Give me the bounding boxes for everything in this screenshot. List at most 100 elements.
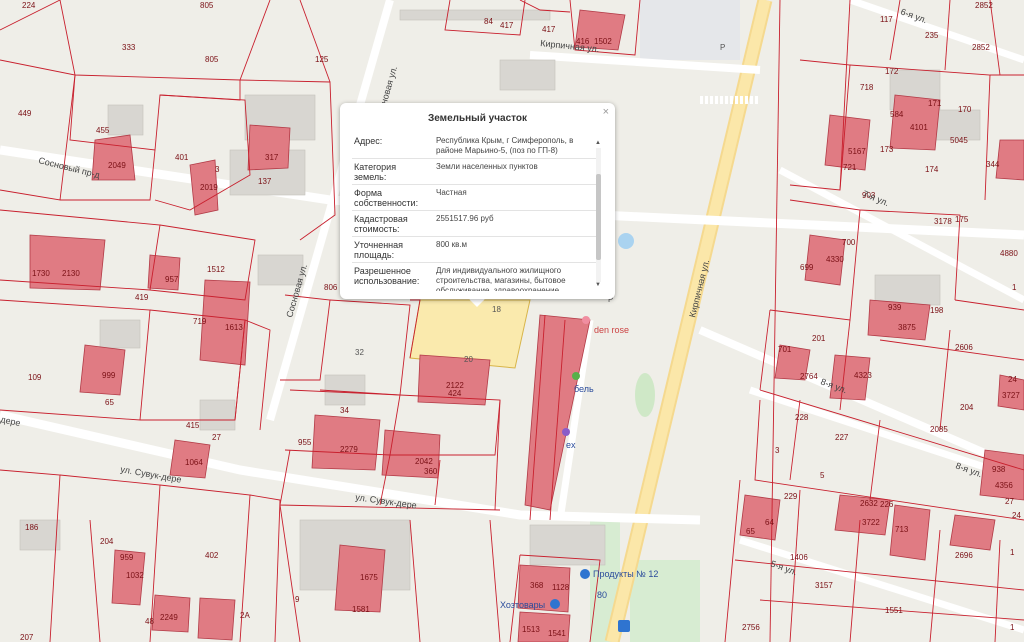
info-row-cadastral-value: Кадастровая стоимость: 2551517.96 руб [352, 210, 599, 236]
info-row-category: Категория земель: Земли населенных пункт… [352, 158, 599, 184]
info-row-ownership: Форма собственности: Частная [352, 184, 599, 210]
parcel-label: 228 [795, 413, 809, 422]
parcel-label: 699 [800, 263, 814, 272]
parcel-label: 34 [340, 406, 349, 415]
parcel-label: 227 [835, 433, 849, 442]
cadastral-map[interactable]: 224 805 333 805 125 449 455 2049 401 317… [0, 0, 1024, 642]
parcel-label: 1 [1012, 283, 1017, 292]
parcel-label: 171 [928, 99, 942, 108]
parcel-label: 806 [324, 283, 338, 292]
parcel-label: 2852 [972, 43, 990, 52]
info-key: Форма собственности: [354, 188, 419, 208]
info-value: 800 кв.м [436, 240, 468, 249]
parcel-label: 9 [295, 595, 300, 604]
parcel-label: 584 [890, 110, 904, 119]
hardware-icon[interactable] [550, 599, 560, 609]
parcel-label: 449 [18, 109, 32, 118]
parcel-label: 65 [746, 527, 755, 536]
parcel-label: 415 [186, 421, 200, 430]
parcel-label: 224 [22, 1, 36, 10]
flower-icon[interactable] [582, 316, 590, 324]
popup-tail [468, 298, 486, 307]
parcel-label: 2632 [860, 499, 878, 508]
parcel-label: 20 [464, 355, 473, 364]
parcel-label: 333 [122, 43, 136, 52]
parcel-label: 3 [215, 165, 220, 174]
parcel-label: 3157 [815, 581, 833, 590]
parcel-label: 424 [448, 389, 462, 398]
grocery-icon[interactable] [580, 569, 590, 579]
poi-bel: бель [574, 384, 594, 394]
green-spot [635, 373, 655, 417]
popup-title: Земельный участок [427, 113, 528, 124]
parcel-label: 368 [530, 581, 544, 590]
parcel-label: 5167 [848, 147, 866, 156]
parcel-label: 3722 [862, 518, 880, 527]
poi-hoz: Хозтовары [500, 600, 545, 610]
parcel-label: 3 [775, 446, 780, 455]
parcel-label: 173 [880, 145, 894, 154]
parcel-label: 24 [1008, 375, 1017, 384]
poi-ex: ex [566, 440, 576, 450]
parcel-label: 1128 [552, 583, 570, 592]
parcel-label: 24 [1012, 511, 1021, 520]
parcel-label: 204 [100, 537, 114, 546]
parcel-label: 2019 [200, 183, 218, 192]
parcel-label: 959 [120, 553, 134, 562]
parcel-label: 186 [25, 523, 39, 532]
parcel-label: 27 [212, 433, 221, 442]
parcel-label: 2A [240, 611, 250, 620]
parcel-label: 2085 [930, 425, 948, 434]
info-key: Кадастровая стоимость: [354, 214, 408, 234]
parcel-label: 417 [500, 21, 514, 30]
parcel-label: 226 [880, 500, 894, 509]
poi-garden-rose: den rose [594, 325, 629, 335]
parcel-label: 1730 [32, 269, 50, 278]
parcel-label: 344 [986, 160, 1000, 169]
bus-stop-icon [618, 620, 630, 632]
parcel-label: 2764 [800, 372, 818, 381]
parcel-label: 718 [860, 83, 874, 92]
parcel-label: 2279 [340, 445, 358, 454]
info-value: Для индивидуального жилищного строительс… [436, 266, 566, 291]
parcel-label: 1675 [360, 573, 378, 582]
parcel-label: 109 [28, 373, 42, 382]
shop-icon[interactable] [572, 372, 580, 380]
scroll-thumb[interactable] [596, 174, 601, 260]
parcel-label: 117 [880, 15, 893, 24]
parcel-label: 1406 [790, 553, 808, 562]
parcel-label: 939 [888, 303, 902, 312]
info-row-area: Уточненная площадь: 800 кв.м [352, 236, 599, 262]
parcel-label: 955 [298, 438, 312, 447]
parcel-label: 713 [895, 525, 909, 534]
parcel-label: 360 [424, 467, 438, 476]
parcel-label: 201 [812, 334, 826, 343]
popup-scrollbar[interactable]: ▲ ▼ [593, 140, 603, 290]
parcel-label: 805 [200, 1, 214, 10]
parcel-label: 65 [105, 398, 114, 407]
store-icon[interactable] [562, 428, 570, 436]
parcel-label: 170 [958, 105, 972, 114]
parcel-label: 317 [265, 153, 279, 162]
parcel-label: 204 [960, 403, 974, 412]
parcel-label: 198 [930, 306, 944, 315]
parcel-label: 2049 [108, 161, 126, 170]
parcel-label: 455 [96, 126, 110, 135]
poi-products: Продукты № 12 [593, 569, 658, 579]
close-icon[interactable]: × [603, 106, 609, 118]
parcel-label: 175 [955, 215, 969, 224]
parcel-label: 4330 [826, 255, 844, 264]
parcel-label: 4101 [910, 123, 928, 132]
parcel-label: 2249 [160, 613, 178, 622]
scroll-up-icon[interactable]: ▲ [595, 140, 601, 146]
parcel-label: 84 [484, 17, 493, 26]
parcel-label: 172 [885, 67, 899, 76]
parcel-label: 174 [925, 165, 939, 174]
parcel-label: 80 [597, 590, 607, 600]
parcel-label: 229 [784, 492, 798, 501]
parcel-label: 1512 [207, 265, 225, 274]
parcel-label: 1064 [185, 458, 203, 467]
scroll-down-icon[interactable]: ▼ [595, 282, 601, 288]
parcel-label: 2042 [415, 457, 433, 466]
parcel-info-popup: Земельный участок × Адрес: Республика Кр… [340, 103, 615, 299]
